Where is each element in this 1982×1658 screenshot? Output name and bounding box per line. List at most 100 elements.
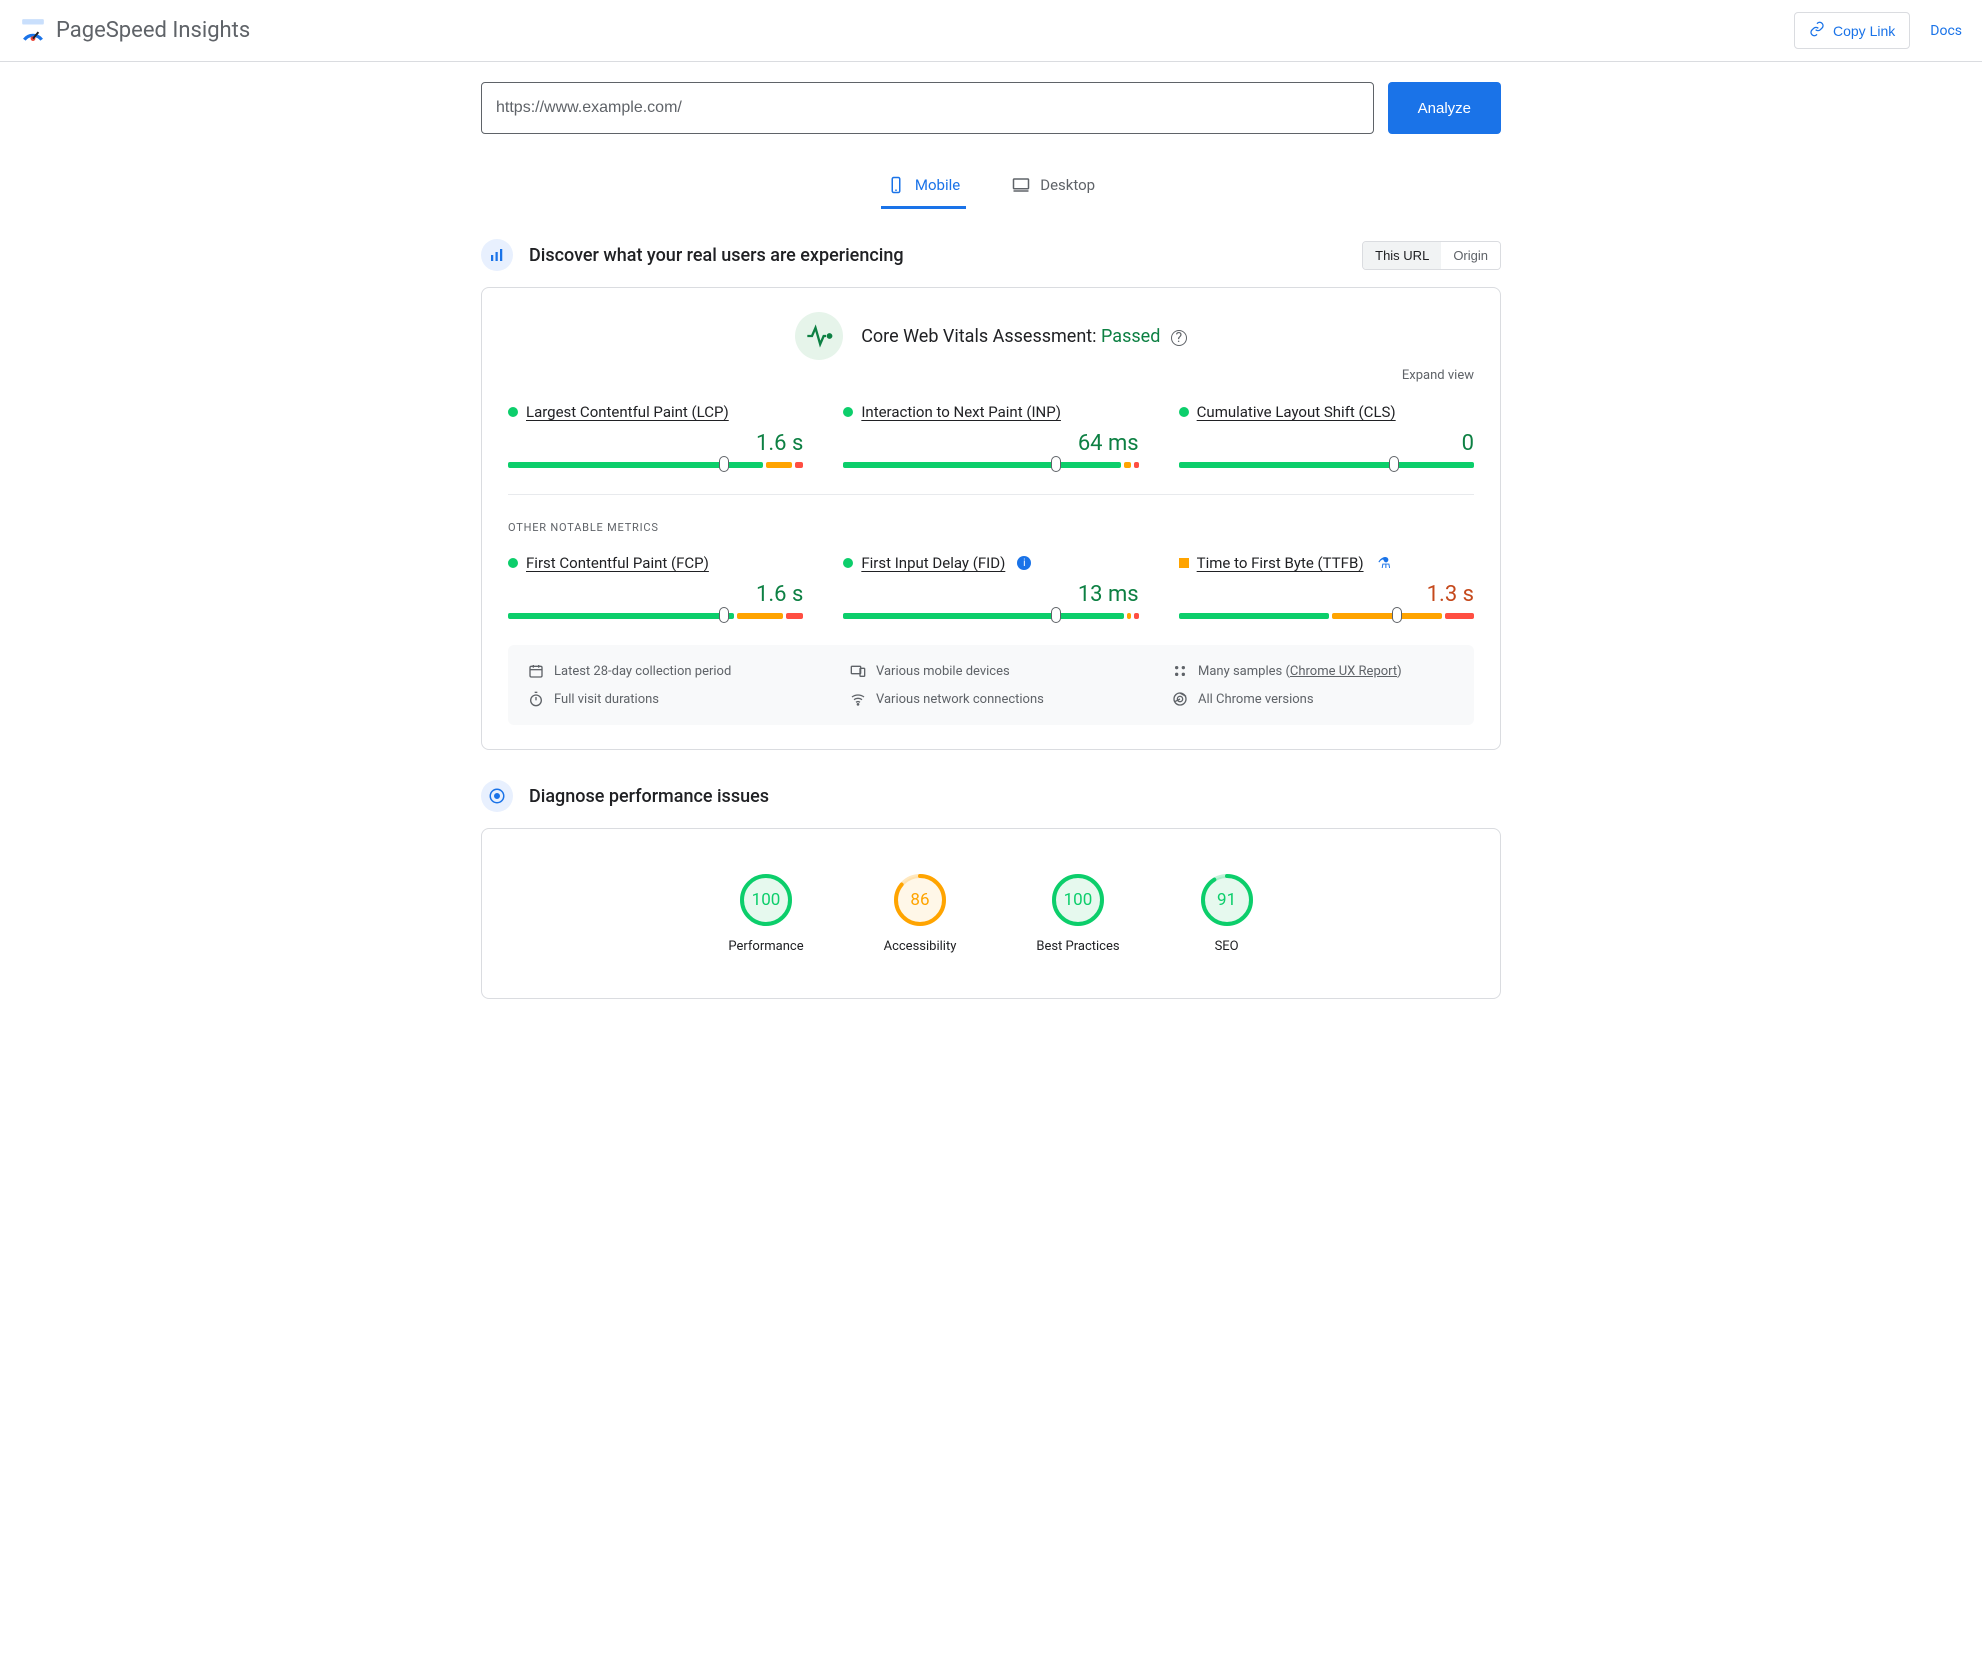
toggle-origin[interactable]: Origin <box>1441 242 1500 269</box>
copy-link-label: Copy Link <box>1833 23 1895 39</box>
footer-versions: All Chrome versions <box>1172 691 1454 707</box>
bar-marker <box>1389 456 1399 472</box>
gauge-value: 86 <box>893 873 947 927</box>
metric-value: 13 ms <box>843 582 1138 607</box>
bar-segment <box>786 613 803 619</box>
metric-value: 1.3 s <box>1179 582 1474 607</box>
metric: First Contentful Paint (FCP) 1.6 s <box>508 554 803 619</box>
metric-head: Interaction to Next Paint (INP) <box>843 403 1138 421</box>
search-row: Analyze <box>481 82 1501 134</box>
metric-name[interactable]: Largest Contentful Paint (LCP) <box>526 403 729 421</box>
other-metrics-label: OTHER NOTABLE METRICS <box>508 521 1474 534</box>
score-accessibility[interactable]: 86 Accessibility <box>884 873 957 954</box>
device-tabs: Mobile Desktop <box>481 164 1501 209</box>
scores-card: 100Performance 86 Accessibility 100 Best Pra… <box>481 828 1501 999</box>
metric-value: 64 ms <box>843 431 1138 456</box>
gauge-value: 91 <box>1200 873 1254 927</box>
header-left: PageSpeed Insights <box>20 18 250 44</box>
tab-desktop[interactable]: Desktop <box>1006 164 1101 209</box>
header-right: Copy Link Docs <box>1794 12 1962 49</box>
vitals-card: Core Web Vitals Assessment: Passed ? Exp… <box>481 287 1501 750</box>
bar-marker <box>1392 607 1402 623</box>
bar-segment <box>1332 613 1442 619</box>
wifi-icon <box>850 691 866 707</box>
metric-name[interactable]: Cumulative Layout Shift (CLS) <box>1197 403 1396 421</box>
assessment-label: Core Web Vitals Assessment: <box>861 326 1101 347</box>
metric-value: 1.6 s <box>508 431 803 456</box>
score-seo[interactable]: 91SEO <box>1200 873 1254 954</box>
distribution-bar <box>843 613 1138 619</box>
discover-title: Discover what your real users are experi… <box>529 245 904 266</box>
metric-name[interactable]: First Contentful Paint (FCP) <box>526 554 709 572</box>
metric-name[interactable]: First Input Delay (FID) <box>861 554 1005 572</box>
metric-value: 0 <box>1179 431 1474 456</box>
copy-link-button[interactable]: Copy Link <box>1794 12 1910 49</box>
footer-devices: Various mobile devices <box>850 663 1132 679</box>
core-metrics-grid: Largest Contentful Paint (LCP) 1.6 s Inter… <box>508 403 1474 468</box>
bar-segment <box>766 462 792 468</box>
assessment-text: Core Web Vitals Assessment: Passed ? <box>861 326 1187 347</box>
bar-marker <box>1051 456 1061 472</box>
score-label: Best Practices <box>1036 939 1119 954</box>
metric: Time to First Byte (TTFB) ⚗ 1.3 s <box>1179 554 1474 619</box>
flask-icon: ⚗ <box>1378 554 1391 572</box>
gauge: 100 <box>739 873 793 927</box>
bar-segment <box>1179 462 1474 468</box>
diagnose-section-head: Diagnose performance issues <box>481 780 1501 812</box>
footer-samples: Many samples (Chrome UX Report) <box>1172 663 1454 679</box>
toggle-this-url[interactable]: This URL <box>1363 242 1441 269</box>
distribution-bar <box>508 613 803 619</box>
link-icon <box>1809 21 1825 40</box>
crux-report-link[interactable]: Chrome UX Report <box>1290 664 1397 679</box>
docs-link[interactable]: Docs <box>1930 23 1962 39</box>
footer-networks: Various network connections <box>850 691 1132 707</box>
bar-segment <box>508 613 734 619</box>
score-best-practices[interactable]: 100 Best Practices <box>1036 873 1119 954</box>
assessment-result: Passed <box>1101 326 1160 347</box>
metric-value: 1.6 s <box>508 582 803 607</box>
app-title: PageSpeed Insights <box>56 18 250 43</box>
app-header: PageSpeed Insights Copy Link Docs <box>0 0 1982 62</box>
scope-toggle: This URL Origin <box>1362 241 1501 270</box>
metric-name[interactable]: Time to First Byte (TTFB) <box>1197 554 1364 572</box>
bar-marker <box>719 607 729 623</box>
diagnose-title: Diagnose performance issues <box>529 786 769 807</box>
bar-segment <box>737 613 783 619</box>
status-dot-icon <box>843 558 853 568</box>
status-dot-icon <box>843 407 853 417</box>
discover-section-head: Discover what your real users are experi… <box>481 239 1501 271</box>
tab-desktop-label: Desktop <box>1040 176 1095 194</box>
tab-mobile[interactable]: Mobile <box>881 164 966 209</box>
metric-head: Largest Contentful Paint (LCP) <box>508 403 803 421</box>
url-input[interactable] <box>481 82 1374 134</box>
gauge: 86 <box>893 873 947 927</box>
metric-head: Cumulative Layout Shift (CLS) <box>1179 403 1474 421</box>
distribution-bar <box>508 462 803 468</box>
status-dot-icon <box>508 558 518 568</box>
chrome-icon <box>1172 691 1188 707</box>
gauge-value: 100 <box>739 873 793 927</box>
help-icon[interactable]: ? <box>1171 330 1187 346</box>
score-label: Accessibility <box>884 939 957 954</box>
bar-segment <box>1445 613 1474 619</box>
main-content: Analyze Mobile Desktop Discover what you… <box>461 62 1521 1049</box>
expand-view-link[interactable]: Expand view <box>508 368 1474 383</box>
metric-name[interactable]: Interaction to Next Paint (INP) <box>861 403 1061 421</box>
discover-icon <box>481 239 513 271</box>
devices-icon <box>850 663 866 679</box>
tab-mobile-label: Mobile <box>915 176 960 194</box>
analyze-button[interactable]: Analyze <box>1388 82 1501 134</box>
bar-segment <box>1134 462 1138 468</box>
metric: Interaction to Next Paint (INP) 64 ms <box>843 403 1138 468</box>
gauge: 91 <box>1200 873 1254 927</box>
bar-segment <box>1134 613 1138 619</box>
calendar-icon <box>528 663 544 679</box>
status-dot-icon <box>1179 407 1189 417</box>
score-performance[interactable]: 100Performance <box>728 873 803 954</box>
bar-segment <box>795 462 804 468</box>
bar-segment <box>1179 613 1329 619</box>
info-badge-icon[interactable]: i <box>1017 556 1031 570</box>
pagespeed-logo-icon <box>20 18 46 44</box>
gauge-value: 100 <box>1051 873 1105 927</box>
bar-segment <box>1124 462 1131 468</box>
